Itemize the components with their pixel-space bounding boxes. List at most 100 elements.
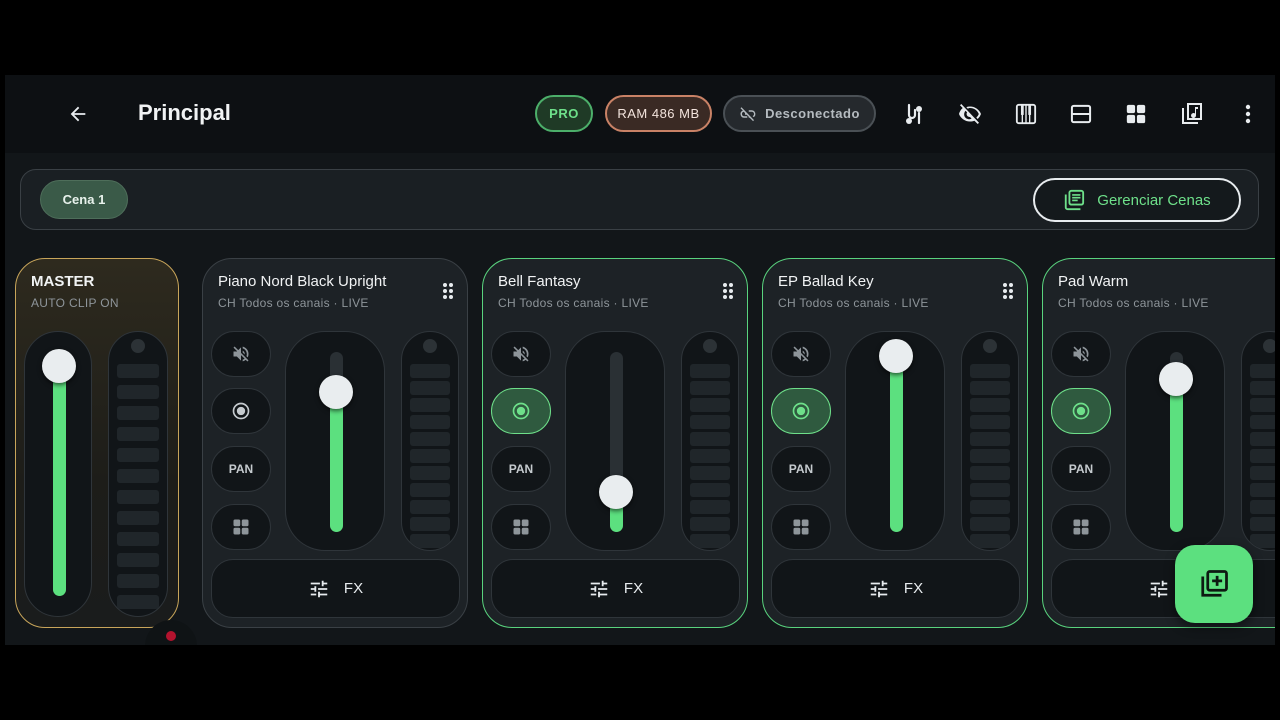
page-title: Principal [138,100,231,125]
channel-menu-button[interactable] [721,281,735,301]
meter-segment [1250,432,1275,446]
mute-button[interactable] [771,331,831,377]
visibility-toggle-button[interactable] [955,100,985,128]
meter-segment [690,364,730,378]
channel-name: EP Ballad Key [778,273,874,290]
fader-knob[interactable] [42,349,76,384]
meter-segment [970,398,1010,412]
routing-button[interactable] [899,100,929,128]
channel-menu-button[interactable] [441,281,455,301]
fx-button[interactable]: FX [211,559,460,618]
meter-segment [690,466,730,480]
record-arm-button[interactable] [211,388,271,434]
meter-segment [970,466,1010,480]
meter-segment [410,534,450,548]
record-dot-icon [166,631,176,641]
back-button[interactable] [63,99,93,129]
radio-button-icon [1072,402,1090,420]
meter-segment [970,500,1010,514]
channel-fader[interactable] [1125,331,1225,551]
channel-menu-button[interactable] [1001,281,1015,301]
plugins-button[interactable] [1051,504,1111,550]
meter-segment [690,500,730,514]
volume-off-icon [513,346,529,362]
plugins-button[interactable] [771,504,831,550]
channel-fader[interactable] [565,331,665,551]
channel-level-meter [1241,331,1275,551]
fader-fill [890,355,903,532]
connection-status-chip[interactable]: Desconectado [723,95,876,132]
master-level-meter [108,331,168,617]
ram-usage-badge[interactable]: RAM 486 MB [605,95,712,132]
layout-button[interactable] [1066,100,1096,128]
record-arm-button[interactable] [491,388,551,434]
fader-fill [1170,379,1183,532]
top-app-bar: Principal PRO RAM 486 MB Desconectado [5,75,1275,153]
add-channel-button[interactable] [1175,545,1253,623]
grid-view-button[interactable] [1121,100,1151,128]
channel-subtitle: CH Todos os canais · LIVE [498,296,649,310]
radio-button-icon [232,402,250,420]
meter-clip-led [131,339,145,353]
meter-segment [1250,500,1275,514]
mixer-screen: Principal PRO RAM 486 MB Desconectado Ce… [5,75,1275,645]
plugins-button[interactable] [491,504,551,550]
pan-button[interactable]: PAN [771,446,831,492]
volume-off-icon [1073,346,1089,362]
meter-segment [410,381,450,395]
pan-button[interactable]: PAN [491,446,551,492]
meter-segment [117,364,159,378]
channel-level-meter [681,331,739,551]
channel-fader[interactable] [845,331,945,551]
mute-button[interactable] [491,331,551,377]
fader-knob[interactable] [599,475,633,510]
record-arm-button[interactable] [1051,388,1111,434]
meter-segment [117,532,159,546]
meter-segment [410,364,450,378]
meter-segment [970,534,1010,548]
meter-segment [690,517,730,531]
channel-fader[interactable] [285,331,385,551]
manage-scenes-button[interactable]: Gerenciar Cenas [1033,178,1241,222]
tune-icon [590,580,608,597]
grid-icon [1126,104,1146,124]
mute-button[interactable] [1051,331,1111,377]
pro-badge[interactable]: PRO [535,95,593,132]
master-fader[interactable] [24,331,92,617]
fx-button[interactable]: FX [771,559,1020,618]
channel-strip: Piano Nord Black Upright CH Todos os can… [202,258,468,628]
fx-button[interactable]: FX [491,559,740,618]
channel-subtitle: CH Todos os canais · LIVE [778,296,929,310]
volume-off-icon [233,346,249,362]
back-arrow-icon [70,106,86,122]
routing-icon [906,103,922,125]
pan-button[interactable]: PAN [211,446,271,492]
meter-segment [1250,483,1275,497]
meter-segment [410,449,450,463]
plugins-button[interactable] [211,504,271,550]
channel-strip: EP Ballad Key CH Todos os canais · LIVE … [762,258,1028,628]
meter-segment [1250,398,1275,412]
scene-chip[interactable]: Cena 1 [40,180,128,219]
record-arm-button[interactable] [771,388,831,434]
overflow-menu-button[interactable] [1233,100,1263,128]
channel-subtitle: CH Todos os canais · LIVE [218,296,369,310]
manage-scenes-label: Gerenciar Cenas [1097,191,1211,209]
fader-knob[interactable] [1159,362,1193,396]
fx-label: FX [343,580,364,597]
library-button[interactable] [1177,100,1207,128]
meter-segment [690,398,730,412]
meter-clip-led [703,339,717,353]
fader-knob[interactable] [319,374,353,409]
channel-name: Piano Nord Black Upright [218,273,387,290]
scene-bar: Cena 1 Gerenciar Cenas [20,169,1259,230]
keyboard-button[interactable] [1011,100,1041,128]
grid-icon [513,519,529,535]
tune-icon [870,580,888,597]
pan-button[interactable]: PAN [1051,446,1111,492]
master-subtitle: AUTO CLIP ON [31,296,119,310]
mute-button[interactable] [211,331,271,377]
meter-segment [117,427,159,441]
meter-segment [1250,534,1275,548]
fader-knob[interactable] [879,338,913,373]
